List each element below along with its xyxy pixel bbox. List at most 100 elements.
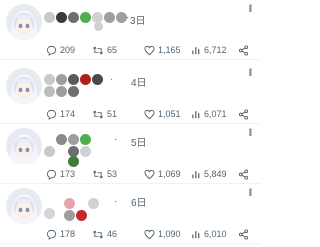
views-button[interactable]: 6,010 [191, 227, 227, 241]
views-count: 6,712 [204, 45, 227, 55]
post[interactable]: · 5日 ••• 173 53 1,069 5,849 [0, 126, 260, 184]
share-button[interactable] [238, 43, 249, 57]
retweet-icon [93, 46, 103, 54]
views-button[interactable]: 5,849 [191, 167, 227, 181]
avatar-image-icon [6, 188, 42, 224]
separator: · [110, 74, 114, 85]
like-count: 1,165 [158, 45, 181, 55]
post-date[interactable]: 5日 [131, 134, 147, 149]
heart-icon [144, 169, 155, 179]
action-bar: 173 53 1,069 5,849 [44, 167, 254, 181]
reply-count: 209 [60, 45, 76, 55]
name-glyph [68, 12, 79, 23]
more-icon[interactable]: ••• [244, 68, 255, 76]
name-glyph [80, 74, 91, 85]
separator: · [114, 196, 118, 207]
author-name-block[interactable]: · [44, 130, 134, 167]
post-date[interactable]: 6日 [131, 194, 147, 209]
action-bar: 174 51 1,051 6,071 [44, 107, 254, 121]
name-glyph [64, 198, 75, 209]
post[interactable]: · 4日 ••• 174 51 1,051 6,071 [0, 66, 260, 124]
post[interactable]: · 6日 ••• 178 46 1,090 6,010 [0, 186, 260, 244]
name-glyph [44, 208, 55, 219]
reply-button[interactable]: 178 [46, 227, 75, 241]
retweet-button[interactable]: 65 [92, 43, 117, 57]
name-glyph [44, 74, 55, 85]
heart-icon [144, 229, 155, 239]
author-name-block[interactable]: · [44, 190, 134, 221]
name-glyph [68, 74, 79, 85]
retweet-icon [93, 230, 103, 238]
like-button[interactable]: 1,090 [144, 227, 181, 241]
avatar[interactable] [6, 128, 42, 164]
like-button[interactable]: 1,069 [144, 167, 181, 181]
reply-icon [46, 109, 57, 120]
share-button[interactable] [238, 167, 249, 181]
name-glyph [94, 22, 103, 31]
action-bar: 209 65 1,165 6,712 [44, 43, 254, 57]
name-glyph [68, 86, 79, 97]
name-glyph [92, 74, 103, 85]
reply-count: 178 [60, 229, 76, 239]
name-glyph [80, 134, 91, 145]
name-glyph [88, 198, 99, 209]
reply-button[interactable]: 173 [46, 167, 75, 181]
name-glyph [56, 86, 67, 97]
avatar[interactable] [6, 188, 42, 224]
action-bar: 178 46 1,090 6,010 [44, 227, 254, 241]
name-glyph [80, 146, 91, 157]
author-name-block[interactable]: · [44, 70, 134, 97]
views-button[interactable]: 6,071 [191, 107, 227, 121]
name-glyph [44, 12, 55, 23]
avatar[interactable] [6, 4, 42, 40]
post-date[interactable]: 4日 [131, 74, 147, 89]
name-glyph [56, 74, 67, 85]
retweet-icon [93, 170, 103, 178]
share-icon [238, 108, 249, 120]
views-icon [192, 110, 200, 118]
retweet-button[interactable]: 46 [92, 227, 117, 241]
timeline-feed: · 3日 ••• 209 65 1,165 6,712 · 4日 ••• 174… [0, 0, 260, 247]
views-icon [192, 230, 200, 238]
heart-icon [144, 109, 155, 119]
name-glyph [104, 12, 115, 23]
views-icon [192, 170, 200, 178]
retweet-icon [93, 110, 103, 118]
like-button[interactable]: 1,165 [144, 43, 181, 57]
post-date[interactable]: 3日 [130, 12, 146, 27]
reply-count: 173 [60, 169, 76, 179]
avatar[interactable] [6, 68, 42, 104]
name-glyph [56, 134, 67, 145]
views-count: 5,849 [204, 169, 227, 179]
share-icon [238, 44, 249, 56]
retweet-button[interactable]: 53 [92, 167, 117, 181]
separator: · [114, 134, 118, 145]
name-glyph [68, 156, 79, 167]
heart-icon [144, 45, 155, 55]
like-count: 1,090 [158, 229, 181, 239]
share-button[interactable] [238, 107, 249, 121]
retweet-count: 46 [107, 229, 118, 239]
views-button[interactable]: 6,712 [191, 43, 227, 57]
more-icon[interactable]: ••• [244, 4, 255, 12]
retweet-button[interactable]: 51 [92, 107, 117, 121]
name-glyph [64, 210, 75, 221]
name-glyph [76, 210, 87, 221]
post[interactable]: · 3日 ••• 209 65 1,165 6,712 [0, 2, 260, 60]
share-icon [238, 228, 249, 240]
share-button[interactable] [238, 227, 249, 241]
like-button[interactable]: 1,051 [144, 107, 181, 121]
avatar-image-icon [6, 68, 42, 104]
name-glyph [68, 134, 79, 145]
views-count: 6,010 [204, 229, 227, 239]
author-name-block[interactable]: · [44, 6, 134, 31]
retweet-count: 53 [107, 169, 118, 179]
views-icon [192, 46, 200, 54]
views-count: 6,071 [204, 109, 227, 119]
reply-button[interactable]: 209 [46, 43, 75, 57]
reply-button[interactable]: 174 [46, 107, 75, 121]
more-icon[interactable]: ••• [244, 128, 255, 136]
name-glyph [80, 12, 91, 23]
reply-icon [46, 169, 57, 180]
more-icon[interactable]: ••• [244, 188, 255, 196]
